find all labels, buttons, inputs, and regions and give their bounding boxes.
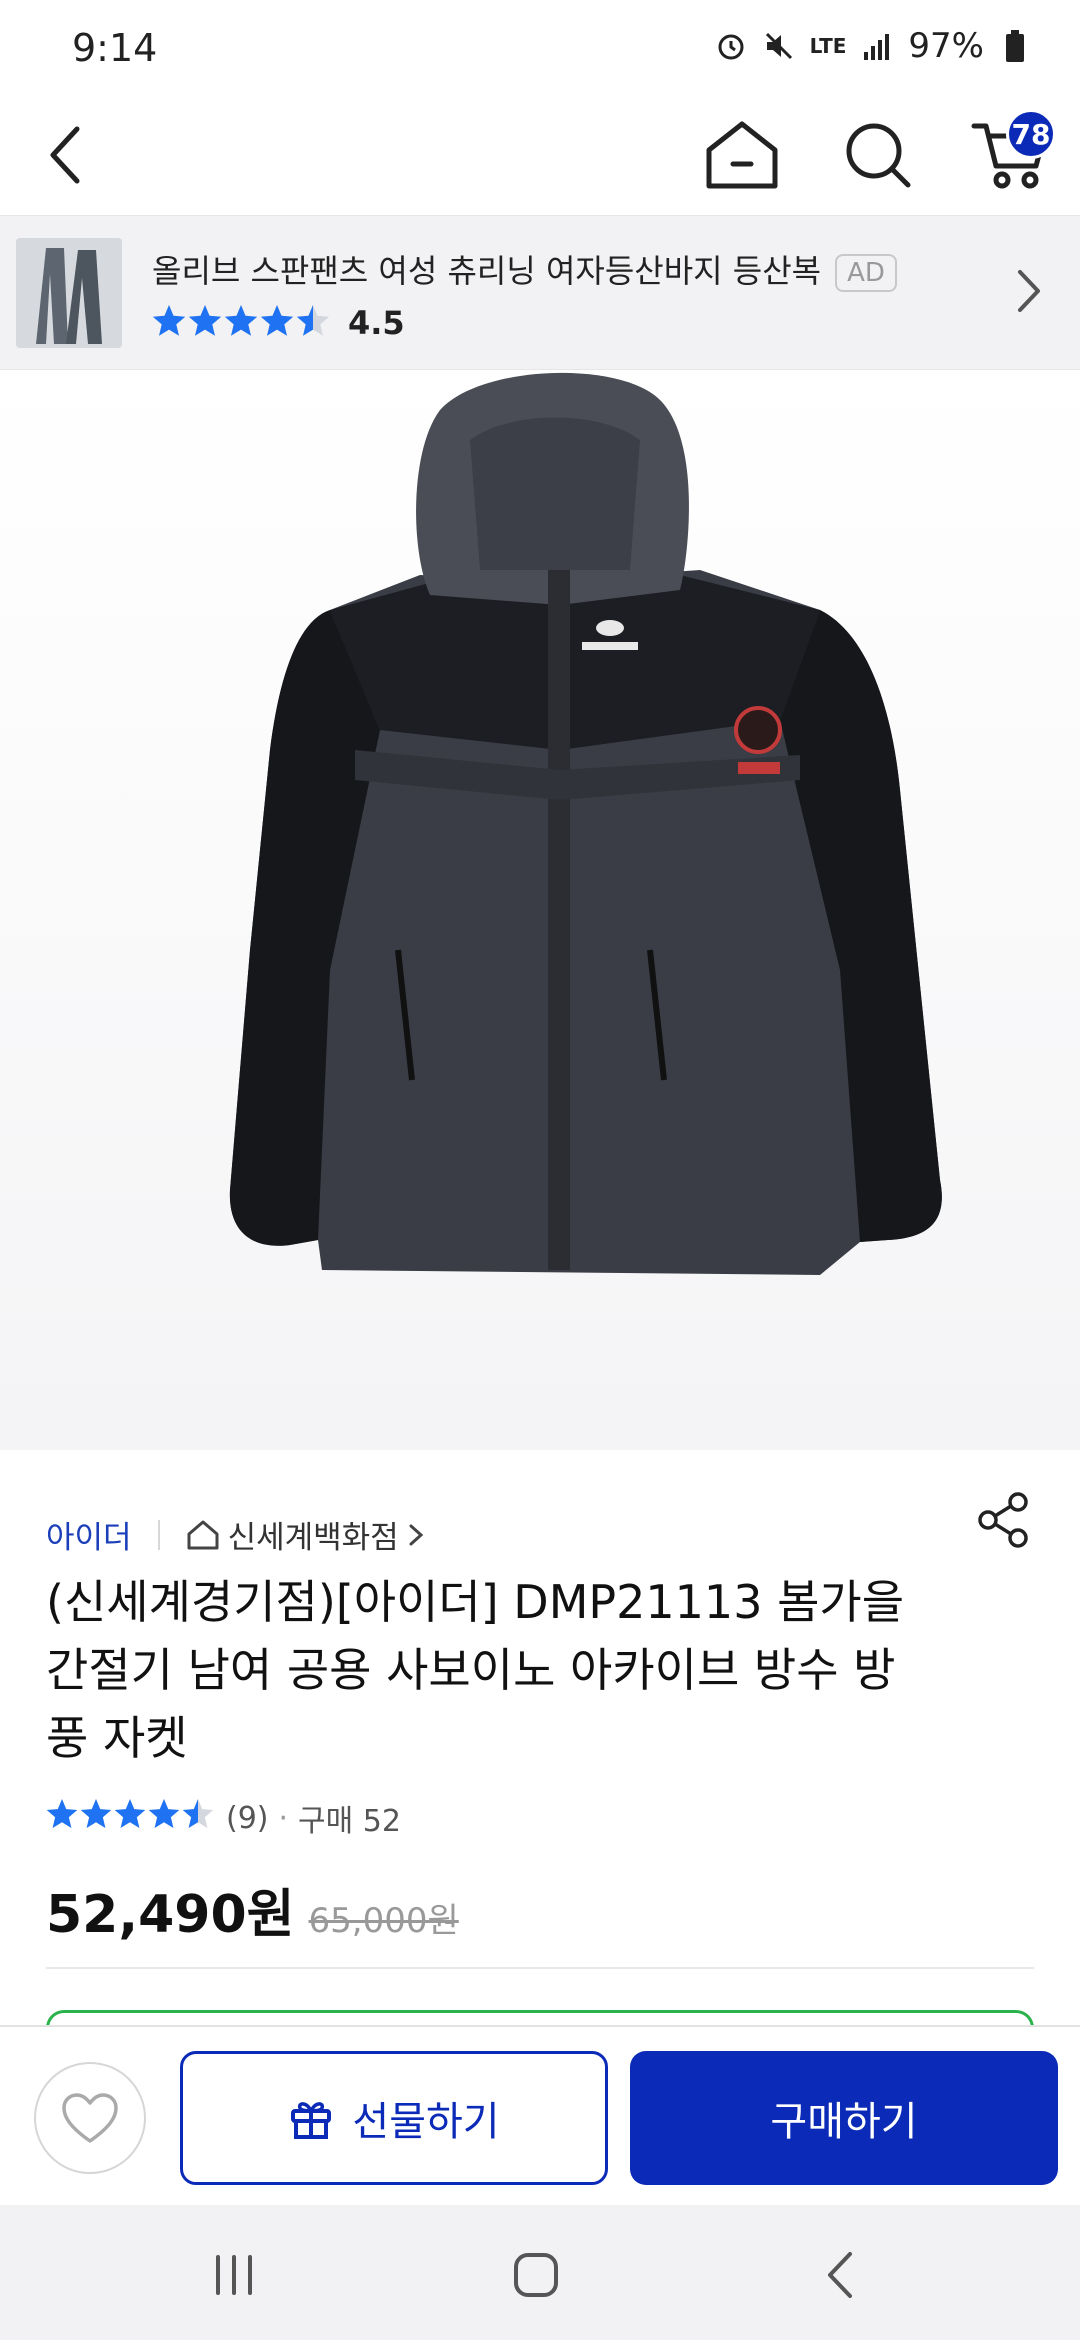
wishlist-button[interactable] [34, 2062, 146, 2174]
star-filled-icon [80, 1799, 112, 1828]
star-rating-graphic [152, 305, 330, 336]
chevron-right-icon [409, 1524, 423, 1545]
ad-thumbnail [16, 238, 122, 348]
chevron-left-icon [50, 126, 80, 184]
star-filled-icon [46, 1799, 78, 1828]
search-icon [846, 123, 911, 188]
ad-rating: 4.5 [152, 304, 405, 342]
home-system-button[interactable] [486, 2235, 586, 2315]
status-icons: LTE 97% [714, 26, 1032, 66]
gift-button-label: 선물하기 [352, 2099, 500, 2145]
product-image-gallery[interactable]: 1/3 [0, 370, 1080, 1772]
star-filled-icon [224, 305, 258, 336]
price-row: 52,490원 65,000원 [46, 1872, 459, 1947]
buy-button[interactable]: 구매하기 [630, 2051, 1058, 2185]
status-time: 9:14 [72, 26, 158, 70]
gift-button[interactable]: 선물하기 [180, 2051, 608, 2185]
section-divider [46, 1967, 1034, 1969]
home-icon [706, 121, 778, 189]
product-info: 아이더 신세계백화점 (신세계경기점)[아이더] DMP21113 봄가을 간절… [0, 1450, 1080, 2040]
system-nav-bar [0, 2205, 1080, 2340]
star-rating-graphic [46, 1799, 214, 1828]
divider [157, 1519, 160, 1550]
mute-icon [762, 29, 796, 63]
product-title: (신세계경기점)[아이더] DMP21113 봄가을 간절기 남여 공용 사보이… [46, 1575, 905, 1765]
review-row[interactable]: (9) · 구매 52 [46, 1796, 401, 1840]
store-name: 신세계백화점 [227, 1520, 399, 1556]
home-button[interactable] [692, 105, 792, 205]
search-button[interactable] [828, 105, 928, 205]
star-filled-icon [114, 1799, 146, 1828]
star-filled-icon [188, 305, 222, 336]
ad-tag: AD [835, 254, 897, 292]
cart-button[interactable]: 78 [960, 105, 1060, 205]
star-filled-icon [260, 305, 294, 336]
back-system-button[interactable] [790, 2235, 890, 2315]
alarm-icon [714, 29, 748, 63]
bottom-action-bar: 선물하기 구매하기 [0, 2025, 1080, 2205]
ad-rating-value: 4.5 [348, 304, 405, 342]
back-button[interactable] [16, 105, 116, 205]
cart-count-badge: 78 [1006, 109, 1056, 159]
store-link[interactable]: 신세계백화점 [186, 1512, 425, 1557]
ad-title-text: 올리브 스판팬츠 여성 츄리닝 여자등산바지 등산복 [152, 252, 822, 290]
ad-banner[interactable]: 올리브 스판팬츠 여성 츄리닝 여자등산바지 등산복 AD 4.5 [0, 215, 1080, 370]
recent-apps-button[interactable] [184, 2235, 284, 2315]
product-image [229, 372, 942, 1275]
brand-row: 아이더 신세계백화점 [46, 1512, 425, 1557]
review-count: (9) [226, 1800, 269, 1836]
top-nav: 78 [0, 95, 1080, 215]
sale-price: 52,490원 [46, 1885, 295, 1945]
brand-link[interactable]: 아이더 [46, 1512, 132, 1557]
share-button[interactable] [974, 1490, 1034, 1550]
heart-icon [62, 2093, 118, 2143]
battery-percent: 97% [908, 26, 984, 66]
home-system-icon [514, 2253, 558, 2297]
share-icon [978, 1492, 1028, 1548]
ad-title: 올리브 스판팬츠 여성 츄리닝 여자등산바지 등산복 AD [152, 246, 897, 292]
star-filled-icon [148, 1799, 180, 1828]
buy-button-label: 구매하기 [770, 2099, 918, 2145]
product-star-rating [46, 1798, 214, 1838]
recent-apps-icon [216, 2255, 252, 2295]
battery-icon [998, 29, 1032, 63]
ad-star-rating [152, 304, 330, 342]
back-system-icon [828, 2252, 852, 2298]
chevron-right-icon [1014, 266, 1044, 320]
status-bar: 9:14 LTE 97% [0, 0, 1080, 95]
star-filled-icon [152, 305, 186, 336]
store-home-icon [187, 1520, 219, 1549]
purchase-count: 구매 52 [298, 1804, 401, 1839]
signal-icon [860, 29, 894, 63]
network-type: LTE [809, 34, 847, 58]
gift-icon [291, 2102, 332, 2139]
original-price: 65,000원 [308, 1901, 459, 1941]
separator-dot: · [278, 1800, 289, 1836]
